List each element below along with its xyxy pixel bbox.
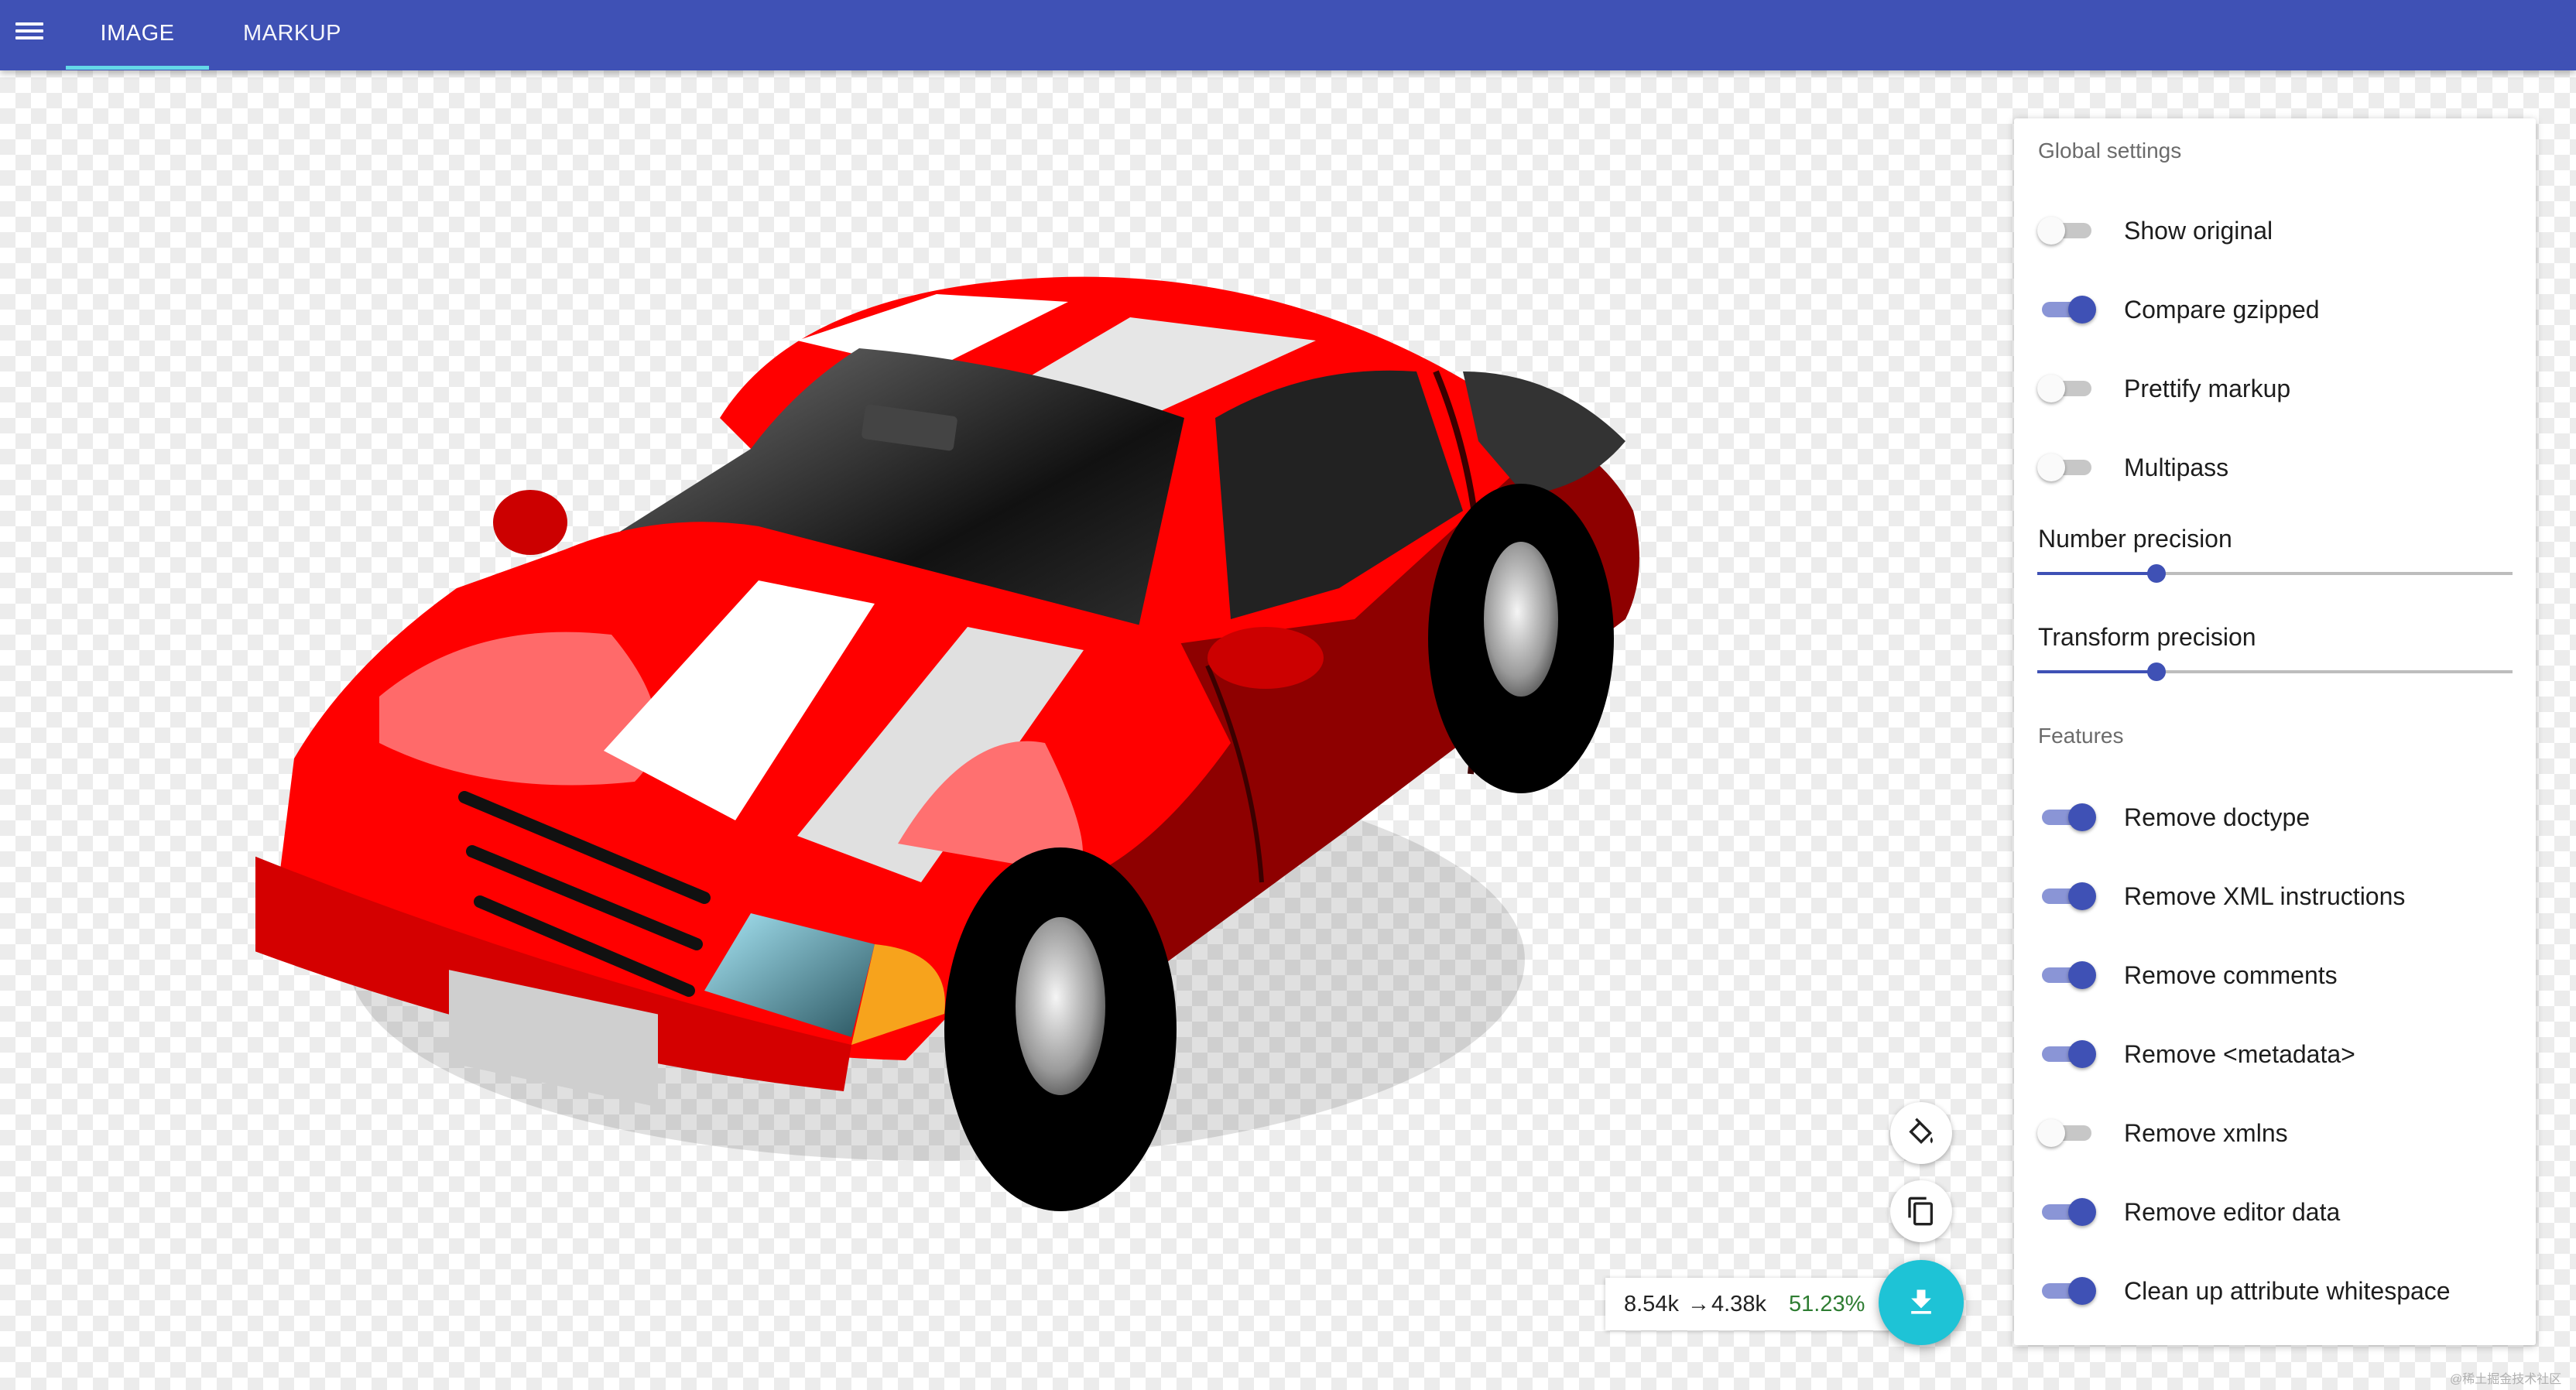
toggle-label: Remove comments (2124, 961, 2338, 989)
active-tab-indicator (66, 66, 209, 70)
toggle-label: Remove doctype (2124, 803, 2311, 831)
toggle-switch[interactable] (2037, 1119, 2096, 1147)
paint-bucket-icon (1909, 1118, 1933, 1145)
optimized-size: 4.38k (1711, 1292, 1766, 1316)
hamburger-menu-icon[interactable] (11, 15, 50, 54)
show-original-toggle[interactable]: Show original (2037, 207, 2517, 254)
toggle-switch[interactable] (2037, 1198, 2096, 1226)
copy-icon (1908, 1197, 1933, 1226)
original-size: 8.54k (1624, 1292, 1679, 1316)
toggle-switch[interactable] (2037, 882, 2096, 910)
features-heading: Features (2038, 724, 2124, 748)
top-app-bar: IMAGE MARKUP (0, 0, 2576, 70)
toggle-switch[interactable] (2037, 296, 2096, 324)
toggle-label: Clean up attribute whitespace (2124, 1277, 2451, 1305)
toggle-label: Show original (2124, 217, 2273, 245)
toggle-switch[interactable] (2037, 1040, 2096, 1068)
global-settings-heading: Global settings (2038, 139, 2182, 163)
remove-comments-toggle[interactable]: Remove comments (2037, 952, 2517, 998)
transform-precision-slider[interactable] (2037, 660, 2513, 683)
transform-precision-label: Transform precision (2038, 623, 2256, 651)
toggle-switch[interactable] (2037, 375, 2096, 402)
front-wheel (944, 847, 1177, 1211)
toggle-label: Remove <metadata> (2124, 1040, 2355, 1068)
remove-metadata-toggle[interactable]: Remove <metadata> (2037, 1031, 2517, 1077)
toggle-switch[interactable] (2037, 803, 2096, 831)
toggle-label: Remove editor data (2124, 1198, 2341, 1226)
tab-image[interactable]: IMAGE (66, 0, 209, 70)
remove-xmlns-toggle[interactable]: Remove xmlns (2037, 1110, 2517, 1156)
toggle-switch[interactable] (2037, 454, 2096, 481)
toggle-label: Remove xmlns (2124, 1119, 2288, 1147)
savings-percent: 51.23% (1789, 1292, 1865, 1316)
number-precision-label: Number precision (2038, 525, 2232, 553)
multipass-toggle[interactable]: Multipass (2037, 444, 2517, 491)
clean-attribute-whitespace-toggle[interactable]: Clean up attribute whitespace (2037, 1268, 2517, 1314)
number-precision-slider[interactable] (2037, 562, 2513, 585)
slider-thumb[interactable] (2146, 662, 2166, 681)
background-color-button[interactable] (1890, 1102, 1952, 1164)
remove-editor-data-toggle[interactable]: Remove editor data (2037, 1189, 2517, 1235)
toggle-switch[interactable] (2037, 217, 2096, 245)
toggle-label: Compare gzipped (2124, 296, 2320, 324)
toggle-switch[interactable] (2037, 961, 2096, 989)
copy-button[interactable] (1890, 1180, 1952, 1242)
download-icon (1911, 1289, 1931, 1314)
toggle-label: Multipass (2124, 454, 2229, 481)
watermark: @稀土掘金技术社区 (2450, 1373, 2562, 1386)
toggle-switch[interactable] (2037, 1277, 2096, 1305)
left-side-mirror (493, 490, 567, 555)
remove-xml-instructions-toggle[interactable]: Remove XML instructions (2037, 873, 2517, 919)
remove-doctype-toggle[interactable]: Remove doctype (2037, 794, 2517, 841)
side-mirror (1208, 627, 1324, 689)
prettify-markup-toggle[interactable]: Prettify markup (2037, 365, 2517, 412)
rear-wheel (1428, 484, 1614, 793)
slider-thumb[interactable] (2146, 564, 2166, 583)
svg-preview-image (255, 276, 1639, 1211)
compare-gzipped-toggle[interactable]: Compare gzipped (2037, 286, 2517, 333)
tab-markup[interactable]: MARKUP (224, 0, 360, 70)
settings-panel: Global settings Show original Compare gz… (2014, 118, 2536, 1345)
toggle-label: Remove XML instructions (2124, 882, 2406, 910)
toggle-label: Prettify markup (2124, 375, 2291, 402)
download-button[interactable] (1879, 1260, 1964, 1345)
arrow-icon: → (1687, 1292, 1710, 1316)
size-comparison: 8.54k → 4.38k 51.23% (1605, 1278, 1911, 1330)
